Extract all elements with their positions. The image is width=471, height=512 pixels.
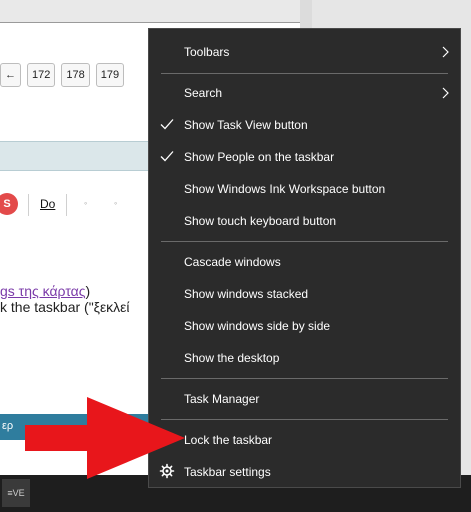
- toolbar-dot-icon[interactable]: ◦: [84, 198, 87, 208]
- menu-item-label: Cascade windows: [184, 255, 281, 269]
- page-button[interactable]: 178: [61, 63, 90, 87]
- blue-bar-text: ερ: [2, 420, 14, 432]
- page-top-divider: [0, 22, 300, 23]
- menu-item-cascade-windows[interactable]: Cascade windows: [149, 248, 460, 276]
- page-button[interactable]: 179: [95, 63, 125, 87]
- menu-item-label: Taskbar settings: [184, 465, 271, 479]
- settings-link[interactable]: gs της κάρτας: [0, 283, 86, 299]
- spellcheck-icon[interactable]: S: [0, 193, 18, 215]
- checkmark-icon: [160, 151, 174, 162]
- page-text-suffix: ): [85, 283, 91, 299]
- submenu-chevron-icon: [442, 87, 449, 99]
- taskbar-app-button[interactable]: ≡VE: [2, 479, 30, 507]
- page-text-line: k the taskbar ("ξεκλεί: [0, 299, 130, 315]
- menu-item-windows-side-by-side[interactable]: Show windows side by side: [149, 312, 460, 340]
- menu-item-show-people[interactable]: Show People on the taskbar: [149, 143, 460, 171]
- menu-item-label: Show Task View button: [184, 118, 308, 132]
- submenu-chevron-icon: [442, 46, 449, 58]
- taskbar-context-menu: Toolbars Search Show Task View button Sh…: [148, 28, 461, 488]
- menu-item-label: Show touch keyboard button: [184, 214, 337, 228]
- menu-item-label: Search: [184, 86, 223, 100]
- menu-separator: [161, 419, 448, 420]
- menu-item-label: Show windows stacked: [184, 287, 309, 301]
- menu-item-search[interactable]: Search: [149, 79, 460, 107]
- page-button[interactable]: 172: [27, 63, 56, 87]
- menu-item-toolbars[interactable]: Toolbars: [149, 38, 460, 66]
- menu-separator: [161, 241, 448, 242]
- page-top-band: [0, 0, 300, 22]
- menu-item-label: Task Manager: [184, 392, 260, 406]
- toolbar-divider: [28, 194, 29, 216]
- menu-item-taskbar-settings[interactable]: Taskbar settings: [149, 458, 460, 486]
- menu-item-label: Show the desktop: [184, 351, 280, 365]
- page-text-line: gs της κάρτας): [0, 283, 90, 299]
- menu-item-task-manager[interactable]: Task Manager: [149, 385, 460, 413]
- menu-item-show-touch-keyboard[interactable]: Show touch keyboard button: [149, 207, 460, 235]
- menu-item-label: Show People on the taskbar: [184, 150, 335, 164]
- menu-item-label: Show windows side by side: [184, 319, 331, 333]
- menu-item-lock-taskbar[interactable]: Lock the taskbar: [149, 426, 460, 454]
- toolbar-dot-icon[interactable]: ◦: [114, 198, 117, 208]
- pagination: ← 172 178 179: [0, 63, 125, 87]
- menu-separator: [161, 378, 448, 379]
- underline-button[interactable]: Do: [40, 197, 55, 211]
- menu-item-show-task-view[interactable]: Show Task View button: [149, 111, 460, 139]
- menu-item-show-desktop[interactable]: Show the desktop: [149, 344, 460, 372]
- menu-item-label: Toolbars: [184, 45, 230, 59]
- prev-page-button[interactable]: ←: [0, 63, 21, 87]
- menu-item-label: Lock the taskbar: [184, 433, 273, 447]
- toolbar-divider: [66, 194, 67, 216]
- menu-item-windows-stacked[interactable]: Show windows stacked: [149, 280, 460, 308]
- menu-item-show-ink-workspace[interactable]: Show Windows Ink Workspace button: [149, 175, 460, 203]
- red-arrow-annotation: [25, 397, 185, 479]
- menu-item-label: Show Windows Ink Workspace button: [184, 182, 386, 196]
- checkmark-icon: [160, 119, 174, 130]
- menu-separator: [161, 73, 448, 74]
